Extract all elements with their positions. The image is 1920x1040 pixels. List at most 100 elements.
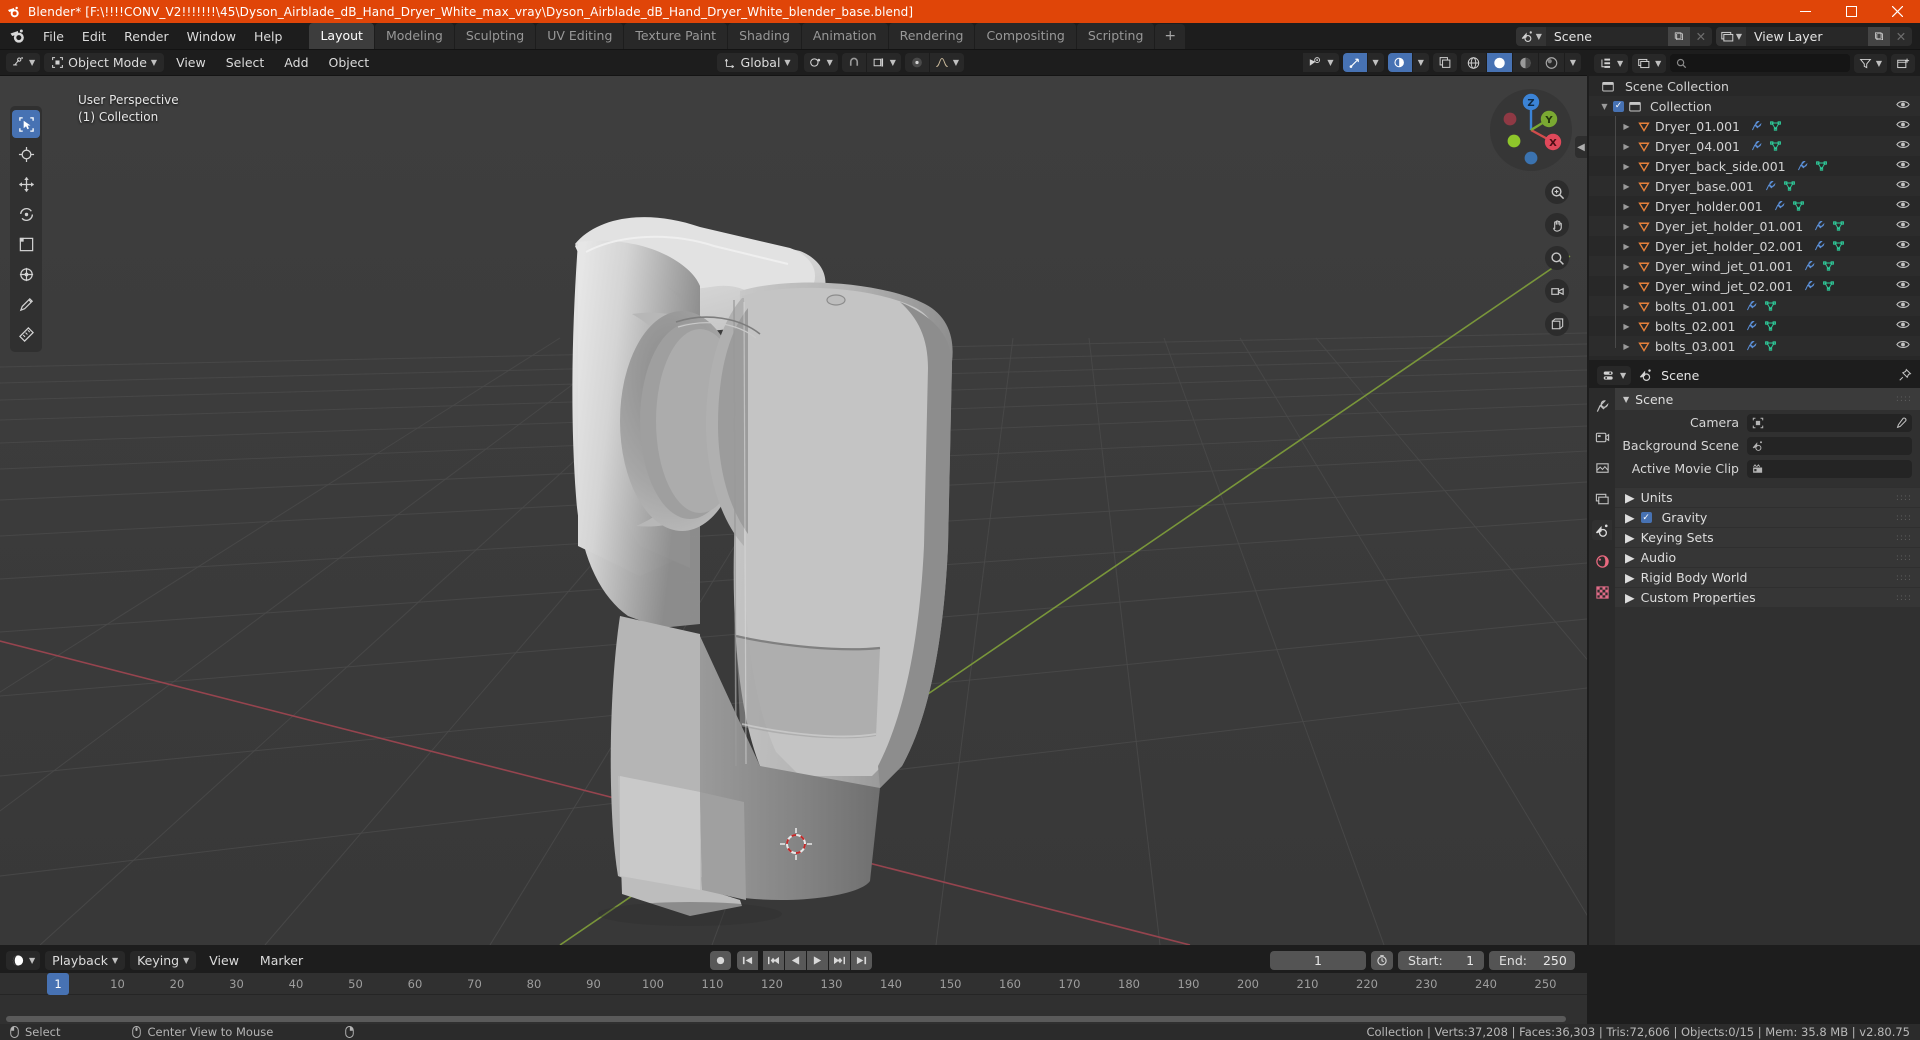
annotate-tool[interactable] bbox=[12, 290, 40, 318]
outliner-row-object[interactable]: ▶ bolts_02.001 bbox=[1589, 316, 1920, 336]
workspace-tab-compositing[interactable]: Compositing bbox=[975, 23, 1076, 49]
modifier-icon[interactable] bbox=[1745, 300, 1758, 312]
disclosure-triangle-icon[interactable]: ▶ bbox=[1621, 302, 1632, 311]
play-reverse-button[interactable] bbox=[784, 950, 806, 970]
jump-to-prev-keyframe-button[interactable] bbox=[762, 950, 784, 970]
outliner-row-object[interactable]: ▶ bolts_03.001 bbox=[1589, 336, 1920, 356]
background-scene-field[interactable] bbox=[1747, 436, 1912, 455]
new-view-layer-button[interactable]: ⧉ bbox=[1868, 26, 1890, 46]
editor-type-selector[interactable]: ▼ bbox=[6, 53, 41, 72]
properties-subpanel[interactable]: ▶ Audio:::: bbox=[1615, 547, 1920, 567]
modifier-icon[interactable] bbox=[1764, 180, 1777, 192]
outliner-row-collection[interactable]: ▼ ✓ Collection bbox=[1589, 96, 1920, 116]
timeline-menu-view[interactable]: View bbox=[201, 951, 247, 970]
outliner-row-scene-collection[interactable]: Scene Collection bbox=[1589, 76, 1920, 96]
disclosure-triangle-icon[interactable]: ▶ bbox=[1621, 142, 1632, 151]
outliner-row-object[interactable]: ▶ bolts_01.001 bbox=[1589, 296, 1920, 316]
disclosure-triangle-icon[interactable]: ▶ bbox=[1621, 222, 1632, 231]
start-frame-field[interactable]: Start: 1 bbox=[1398, 950, 1485, 970]
properties-subpanel[interactable]: ▶ Units:::: bbox=[1615, 487, 1920, 507]
pivot-point-selector[interactable]: ▼ bbox=[803, 53, 838, 72]
zoom-camera-icon[interactable] bbox=[1545, 180, 1569, 204]
shading-options-dropdown[interactable]: ▼ bbox=[1564, 53, 1581, 72]
triangle-right-icon[interactable]: ▶ bbox=[1625, 570, 1635, 585]
triangle-right-icon[interactable]: ▶ bbox=[1625, 590, 1635, 605]
properties-subpanel[interactable]: ▶ Keying Sets:::: bbox=[1615, 527, 1920, 547]
mesh-data-icon[interactable] bbox=[1783, 180, 1796, 192]
toggle-camera-view-icon[interactable] bbox=[1545, 279, 1569, 303]
new-scene-button[interactable]: ⧉ bbox=[1667, 26, 1690, 46]
minimize-button[interactable] bbox=[1782, 0, 1828, 23]
view-layer-icon[interactable]: ▼ bbox=[1715, 26, 1746, 46]
workspace-tab-sculpting[interactable]: Sculpting bbox=[454, 23, 536, 49]
properties-subpanel[interactable]: ▶ Custom Properties:::: bbox=[1615, 587, 1920, 607]
shading-rendered-button[interactable] bbox=[1538, 53, 1564, 72]
modifier-icon[interactable] bbox=[1745, 340, 1758, 352]
disclosure-triangle-icon[interactable]: ▶ bbox=[1621, 322, 1632, 331]
tab-view-layer-properties[interactable] bbox=[1592, 489, 1612, 509]
triangle-right-icon[interactable]: ▶ bbox=[1625, 550, 1635, 565]
workspace-tab-texture-paint[interactable]: Texture Paint bbox=[624, 23, 728, 49]
workspace-tab-modeling[interactable]: Modeling bbox=[374, 23, 454, 49]
scale-tool[interactable] bbox=[12, 230, 40, 258]
show-overlays-toggle[interactable] bbox=[1387, 53, 1412, 72]
menu-window[interactable]: Window bbox=[178, 26, 245, 47]
modifier-icon[interactable] bbox=[1750, 120, 1763, 132]
pin-id-button[interactable] bbox=[1898, 368, 1912, 382]
gizmo-options-dropdown[interactable]: ▼ bbox=[1367, 53, 1384, 72]
outliner-display-mode-selector[interactable]: ▼ bbox=[1632, 53, 1667, 73]
hide-in-viewport-toggle[interactable] bbox=[1896, 159, 1910, 170]
zoom-view-icon[interactable] bbox=[1545, 246, 1569, 270]
mesh-data-icon[interactable] bbox=[1792, 200, 1805, 212]
proportional-edit-icon[interactable] bbox=[904, 53, 929, 72]
shading-material-preview-button[interactable] bbox=[1512, 53, 1538, 72]
mesh-data-icon[interactable] bbox=[1764, 300, 1777, 312]
disclosure-triangle-icon[interactable]: ▶ bbox=[1621, 182, 1632, 191]
triangle-right-icon[interactable]: ▶ bbox=[1625, 490, 1635, 505]
scene-selector[interactable]: ▼ Scene ⧉ ✕ bbox=[1515, 26, 1712, 46]
viewport-menu-add[interactable]: Add bbox=[276, 53, 316, 72]
outliner-row-object[interactable]: ▶ Dyer_jet_holder_02.001 bbox=[1589, 236, 1920, 256]
play-button[interactable] bbox=[806, 950, 828, 970]
modifier-icon[interactable] bbox=[1803, 280, 1816, 292]
mesh-data-icon[interactable] bbox=[1764, 320, 1777, 332]
object-visibility-icon[interactable]: ▼ bbox=[1303, 53, 1339, 72]
disclosure-triangle-icon[interactable]: ▶ bbox=[1621, 162, 1632, 171]
disclosure-triangle-icon[interactable]: ▶ bbox=[1621, 242, 1632, 251]
outliner-row-object[interactable]: ▶ Dryer_04.001 bbox=[1589, 136, 1920, 156]
remove-view-layer-button[interactable]: ✕ bbox=[1890, 26, 1912, 46]
timeline-menu-keying[interactable]: Keying ▼ bbox=[130, 950, 197, 970]
hide-in-viewport-toggle[interactable] bbox=[1896, 199, 1910, 210]
overlay-options-dropdown[interactable]: ▼ bbox=[1412, 53, 1429, 72]
outliner-editor-type-selector[interactable]: ▼ bbox=[1594, 53, 1629, 73]
viewport-canvas[interactable]: User Perspective (1) Collection Z X Y ◀ bbox=[0, 76, 1587, 945]
mesh-data-icon[interactable] bbox=[1832, 220, 1845, 232]
hide-in-viewport-toggle[interactable] bbox=[1896, 99, 1910, 110]
toggle-orthographic-icon[interactable] bbox=[1545, 312, 1569, 336]
select-box-tool[interactable] bbox=[12, 110, 40, 138]
active-movie-clip-field[interactable] bbox=[1747, 459, 1912, 478]
timeline-editor-type-selector[interactable]: ▼ bbox=[6, 950, 41, 970]
hide-in-viewport-toggle[interactable] bbox=[1896, 219, 1910, 230]
move-view-hand-icon[interactable] bbox=[1545, 213, 1569, 237]
timeline-menu-marker[interactable]: Marker bbox=[252, 951, 311, 970]
jump-to-end-button[interactable] bbox=[850, 950, 872, 970]
workspace-tab-animation[interactable]: Animation bbox=[801, 23, 888, 49]
hide-in-viewport-toggle[interactable] bbox=[1896, 319, 1910, 330]
properties-subpanel[interactable]: ▶ ✓ Gravity:::: bbox=[1615, 507, 1920, 527]
disclosure-triangle-icon[interactable]: ▶ bbox=[1621, 342, 1632, 351]
snap-magnet-icon[interactable] bbox=[841, 53, 866, 72]
shading-solid-button[interactable] bbox=[1486, 53, 1512, 72]
collection-checkbox[interactable]: ✓ bbox=[1613, 100, 1624, 112]
modifier-icon[interactable] bbox=[1773, 200, 1786, 212]
current-frame-field[interactable]: 1 bbox=[1270, 950, 1367, 970]
timeline-ruler[interactable]: 10 20 30 40 50 60 70 80 90 100 110 120 130 140 150 160 1… bbox=[0, 973, 1587, 1024]
subpanel-checkbox[interactable]: ✓ bbox=[1640, 512, 1652, 523]
unlink-scene-button[interactable]: ✕ bbox=[1689, 26, 1712, 46]
triangle-right-icon[interactable]: ▶ bbox=[1625, 510, 1635, 525]
tab-texture-properties[interactable] bbox=[1592, 582, 1612, 602]
outliner-row-object[interactable]: ▶ Dryer_back_side.001 bbox=[1589, 156, 1920, 176]
outliner-row-object[interactable]: ▶ Dryer_01.001 bbox=[1589, 116, 1920, 136]
hide-in-viewport-toggle[interactable] bbox=[1896, 279, 1910, 290]
auto-keying-button[interactable] bbox=[709, 950, 731, 970]
